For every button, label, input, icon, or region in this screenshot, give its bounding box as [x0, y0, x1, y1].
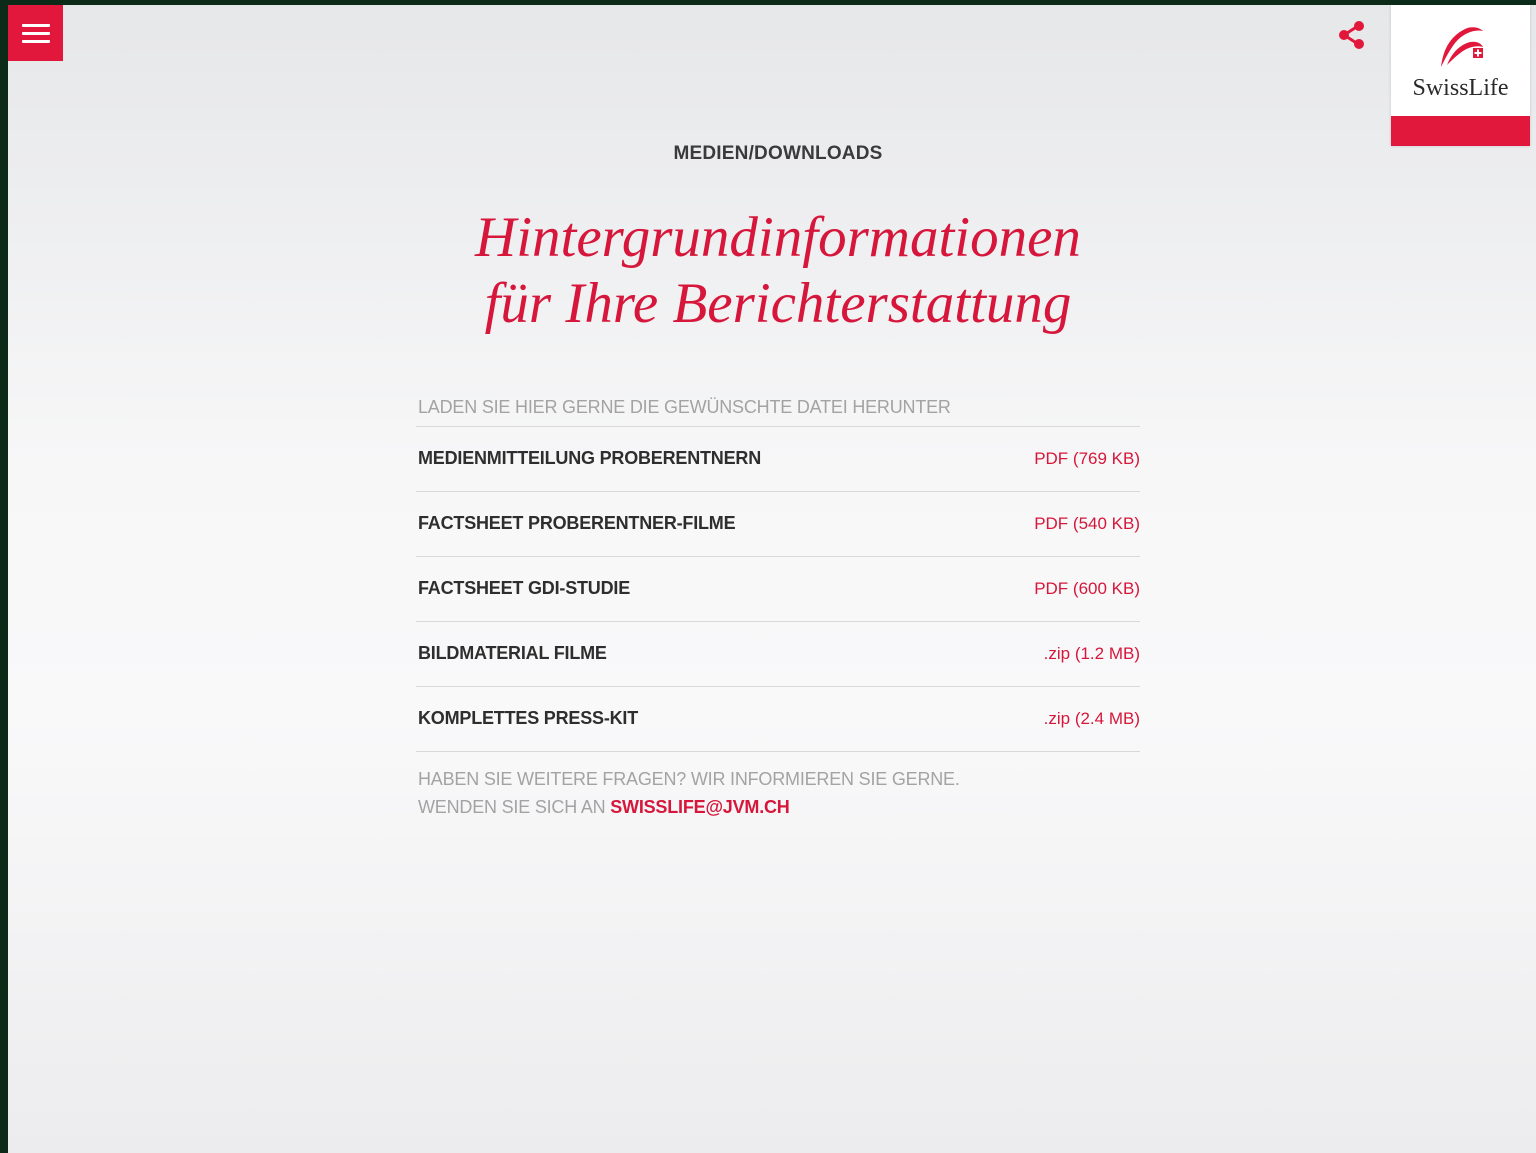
headline-line-2: für Ihre Berichterstattung [484, 272, 1072, 335]
download-title: KOMPLETTES PRESS-KIT [418, 708, 639, 728]
contact-email-link[interactable]: SWISSLIFE@JVM.CH [610, 797, 790, 817]
headline-line-1: Hintergrundinformationen [475, 206, 1081, 269]
swisslife-sail-icon [1441, 27, 1483, 67]
download-row-bildmaterial[interactable]: BILDMATERIAL FILME .zip (1.2 MB) [416, 622, 1140, 687]
hamburger-menu-icon [21, 23, 50, 27]
download-intro: LADEN SIE HIER GERNE DIE GEWÜNSCHTE DATE… [418, 397, 951, 417]
hamburger-menu-button[interactable] [8, 5, 63, 61]
download-list: MEDIENMITTEILUNG PROBERENTNERN PDF (769 … [416, 426, 1140, 752]
section-label: MEDIEN/DOWNLOADS [673, 143, 883, 164]
download-title: BILDMATERIAL FILME [418, 643, 607, 663]
download-title: FACTSHEET GDI-STUDIE [418, 578, 631, 598]
contact-line-2: WENDEN SIE SICH AN SWISSLIFE@JVM.CH [418, 793, 960, 821]
download-file-link[interactable]: PDF (769 KB) [1034, 449, 1140, 469]
download-file-link[interactable]: PDF (600 KB) [1034, 579, 1140, 599]
download-row-factsheet-gdi[interactable]: FACTSHEET GDI-STUDIE PDF (600 KB) [416, 557, 1140, 622]
download-file-link[interactable]: .zip (1.2 MB) [1044, 644, 1140, 664]
download-row-factsheet-filme[interactable]: FACTSHEET PROBERENTNER-FILME PDF (540 KB… [416, 492, 1140, 557]
download-file-link[interactable]: .zip (2.4 MB) [1044, 709, 1140, 729]
app-frame: SwissLife MEDIEN/DOWNLOADS Hintergrundin… [8, 5, 1536, 1153]
download-title: MEDIENMITTEILUNG PROBERENTNERN [418, 448, 762, 468]
swisslife-logo[interactable]: SwissLife [1391, 5, 1530, 146]
logo-red-bar [1391, 116, 1530, 146]
download-row-medienmitteilung[interactable]: MEDIENMITTEILUNG PROBERENTNERN PDF (769 … [416, 427, 1140, 492]
share-icon[interactable] [1336, 19, 1368, 51]
download-row-press-kit[interactable]: KOMPLETTES PRESS-KIT .zip (2.4 MB) [416, 687, 1140, 752]
download-title: FACTSHEET PROBERENTNER-FILME [418, 513, 736, 533]
page-headline: Hintergrundinformationen für Ihre Berich… [8, 205, 1536, 337]
contact-line-1: HABEN SIE WEITERE FRAGEN? WIR INFORMIERE… [418, 769, 960, 789]
contact-prefix: WENDEN SIE SICH AN [418, 797, 611, 817]
logo-wordmark: SwissLife [1412, 75, 1509, 101]
hamburger-bar [21, 39, 50, 43]
contact-info: HABEN SIE WEITERE FRAGEN? WIR INFORMIERE… [418, 765, 960, 821]
hamburger-bar [21, 31, 50, 35]
download-file-link[interactable]: PDF (540 KB) [1034, 514, 1140, 534]
